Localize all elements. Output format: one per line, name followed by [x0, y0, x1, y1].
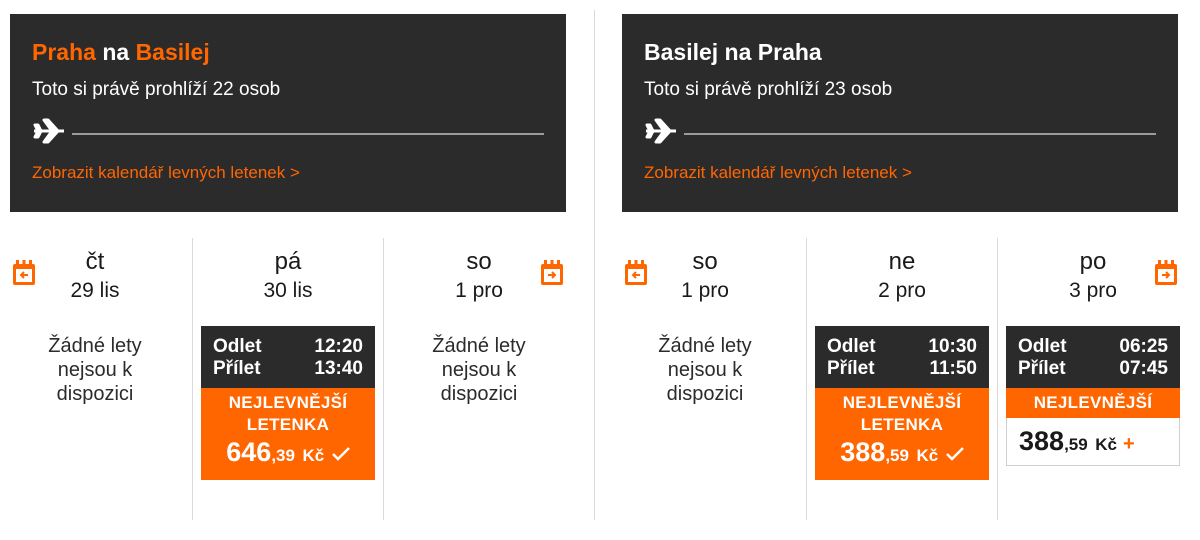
- cheapest-badge: NEJLEVNĚJŠÍ LETENKA 646,39 Kč: [201, 388, 375, 480]
- day-column: so 1 pro Žádné lety nejsou k dispozici: [384, 238, 574, 520]
- departure-time: 06:25: [1119, 336, 1168, 357]
- plane-icon: [33, 118, 64, 144]
- route-connector: na: [102, 39, 130, 65]
- fare-label: LETENKA: [246, 415, 330, 434]
- destination-city: Basilej: [135, 39, 210, 65]
- price-integer: 388: [1019, 426, 1065, 456]
- price-currency: Kč: [1095, 435, 1117, 454]
- outbound-route: Praha na Basilej Toto si právě prohlíží …: [0, 0, 590, 540]
- no-flights-text: Žádné lety nejsou k dispozici: [48, 335, 142, 405]
- cheapest-label: NEJLEVNĚJŠÍ: [1033, 393, 1153, 412]
- outbound-header: Praha na Basilej Toto si právě prohlíží …: [10, 14, 566, 212]
- outbound-days: čt 29 lis Žádné lety nejsou k dispozici …: [0, 238, 590, 520]
- no-flights-text: Žádné lety nejsou k dispozici: [658, 335, 752, 405]
- day-name: pá: [274, 248, 302, 275]
- route-title: Basilej na Praha: [644, 38, 1156, 66]
- flight-price: 388,59 Kč: [819, 436, 985, 472]
- calendar-next-icon[interactable]: [540, 260, 564, 286]
- departure-label: Odlet: [1018, 336, 1067, 357]
- price-box: 388,59 Kč +: [1006, 418, 1180, 466]
- viewers-count: Toto si právě prohlíží 23 osob: [644, 79, 893, 100]
- calendar-next-icon[interactable]: [1154, 260, 1178, 286]
- cheapest-badge: NEJLEVNĚJŠÍ LETENKA 388,59 Kč: [815, 388, 989, 480]
- day-column: so 1 pro Žádné lety nejsou k dispozici: [610, 238, 800, 520]
- flight-times: Odlet 12:20 Přílet 13:40: [201, 326, 375, 388]
- cheap-calendar-link[interactable]: Zobrazit kalendář levných letenek >: [32, 162, 544, 184]
- destination-city: Praha: [757, 39, 822, 65]
- departure-time: 12:20: [314, 336, 363, 357]
- cheap-calendar-link[interactable]: Zobrazit kalendář levných letenek >: [644, 162, 1156, 184]
- flight-path: [32, 114, 544, 150]
- check-icon: [945, 447, 964, 461]
- price-decimal: ,59: [1064, 435, 1088, 454]
- flight-track: [684, 133, 1156, 135]
- flight-times: Odlet 10:30 Přílet 11:50: [815, 326, 989, 388]
- price-integer: 388: [840, 437, 886, 467]
- flight-path: [644, 114, 1156, 150]
- no-flights-text: Žádné lety nejsou k dispozici: [432, 335, 526, 405]
- flight-card[interactable]: Odlet 06:25 Přílet 07:45 NEJLEVNĚJŠÍ 388,5…: [1006, 326, 1180, 466]
- price-decimal: ,39: [271, 446, 295, 465]
- day-column: čt 29 lis Žádné lety nejsou k dispozici: [0, 238, 190, 520]
- flight-card-selected[interactable]: Odlet 12:20 Přílet 13:40 NEJLEVNĚJŠÍ LETEN…: [201, 326, 375, 480]
- arrival-label: Přílet: [827, 358, 875, 379]
- calendar-prev-icon[interactable]: [624, 260, 648, 286]
- arrival-label: Přílet: [1018, 358, 1066, 379]
- flight-price: 388,59 Kč +: [1019, 418, 1179, 468]
- return-route: Basilej na Praha Toto si právě prohlíží …: [612, 0, 1200, 540]
- plane-icon: [645, 118, 676, 144]
- price-currency: Kč: [302, 446, 325, 465]
- day-name: ne: [888, 248, 916, 275]
- route-divider: [594, 10, 595, 520]
- arrival-time: 11:50: [929, 358, 977, 379]
- flight-price: 646,39 Kč: [205, 436, 371, 472]
- cheapest-badge: NEJLEVNĚJŠÍ: [1006, 388, 1180, 418]
- fare-label: LETENKA: [860, 415, 944, 434]
- price-integer: 646: [226, 437, 272, 467]
- return-header: Basilej na Praha Toto si právě prohlíží …: [622, 14, 1178, 212]
- arrival-label: Přílet: [213, 358, 261, 379]
- return-days: so 1 pro Žádné lety nejsou k dispozici n…: [612, 238, 1200, 520]
- day-column: po 3 pro Odlet 06:25 Přílet 07:45 NEJLEVNĚ…: [998, 238, 1188, 520]
- flight-times: Odlet 06:25 Přílet 07:45: [1006, 326, 1180, 388]
- departure-time: 10:30: [928, 336, 977, 357]
- viewers-count: Toto si právě prohlíží 22 osob: [32, 79, 281, 100]
- cheapest-label: NEJLEVNĚJŠÍ: [842, 393, 962, 412]
- day-date: 30 lis: [263, 279, 313, 302]
- day-column: pá 30 lis Odlet 12:20 Přílet 13:40 NEJLEVN…: [192, 238, 384, 520]
- cheapest-label: NEJLEVNĚJŠÍ: [228, 393, 348, 412]
- price-decimal: ,59: [885, 446, 909, 465]
- day-column: ne 2 pro Odlet 10:30 Přílet 11:50 NEJLEVNĚ…: [806, 238, 998, 520]
- route-connector: na: [724, 39, 752, 65]
- price-currency: Kč: [916, 446, 939, 465]
- arrival-time: 13:40: [314, 358, 363, 379]
- arrival-time: 07:45: [1119, 358, 1168, 379]
- route-title: Praha na Basilej: [32, 38, 544, 66]
- flight-card-selected[interactable]: Odlet 10:30 Přílet 11:50 NEJLEVNĚJŠÍ LETEN…: [815, 326, 989, 480]
- departure-label: Odlet: [213, 336, 262, 357]
- origin-city: Basilej: [644, 39, 719, 65]
- add-flight-icon[interactable]: +: [1123, 433, 1135, 455]
- day-date: 2 pro: [878, 279, 926, 302]
- calendar-prev-icon[interactable]: [12, 260, 36, 286]
- flight-track: [72, 133, 544, 135]
- check-icon: [331, 447, 350, 461]
- departure-label: Odlet: [827, 336, 876, 357]
- origin-city: Praha: [32, 39, 96, 65]
